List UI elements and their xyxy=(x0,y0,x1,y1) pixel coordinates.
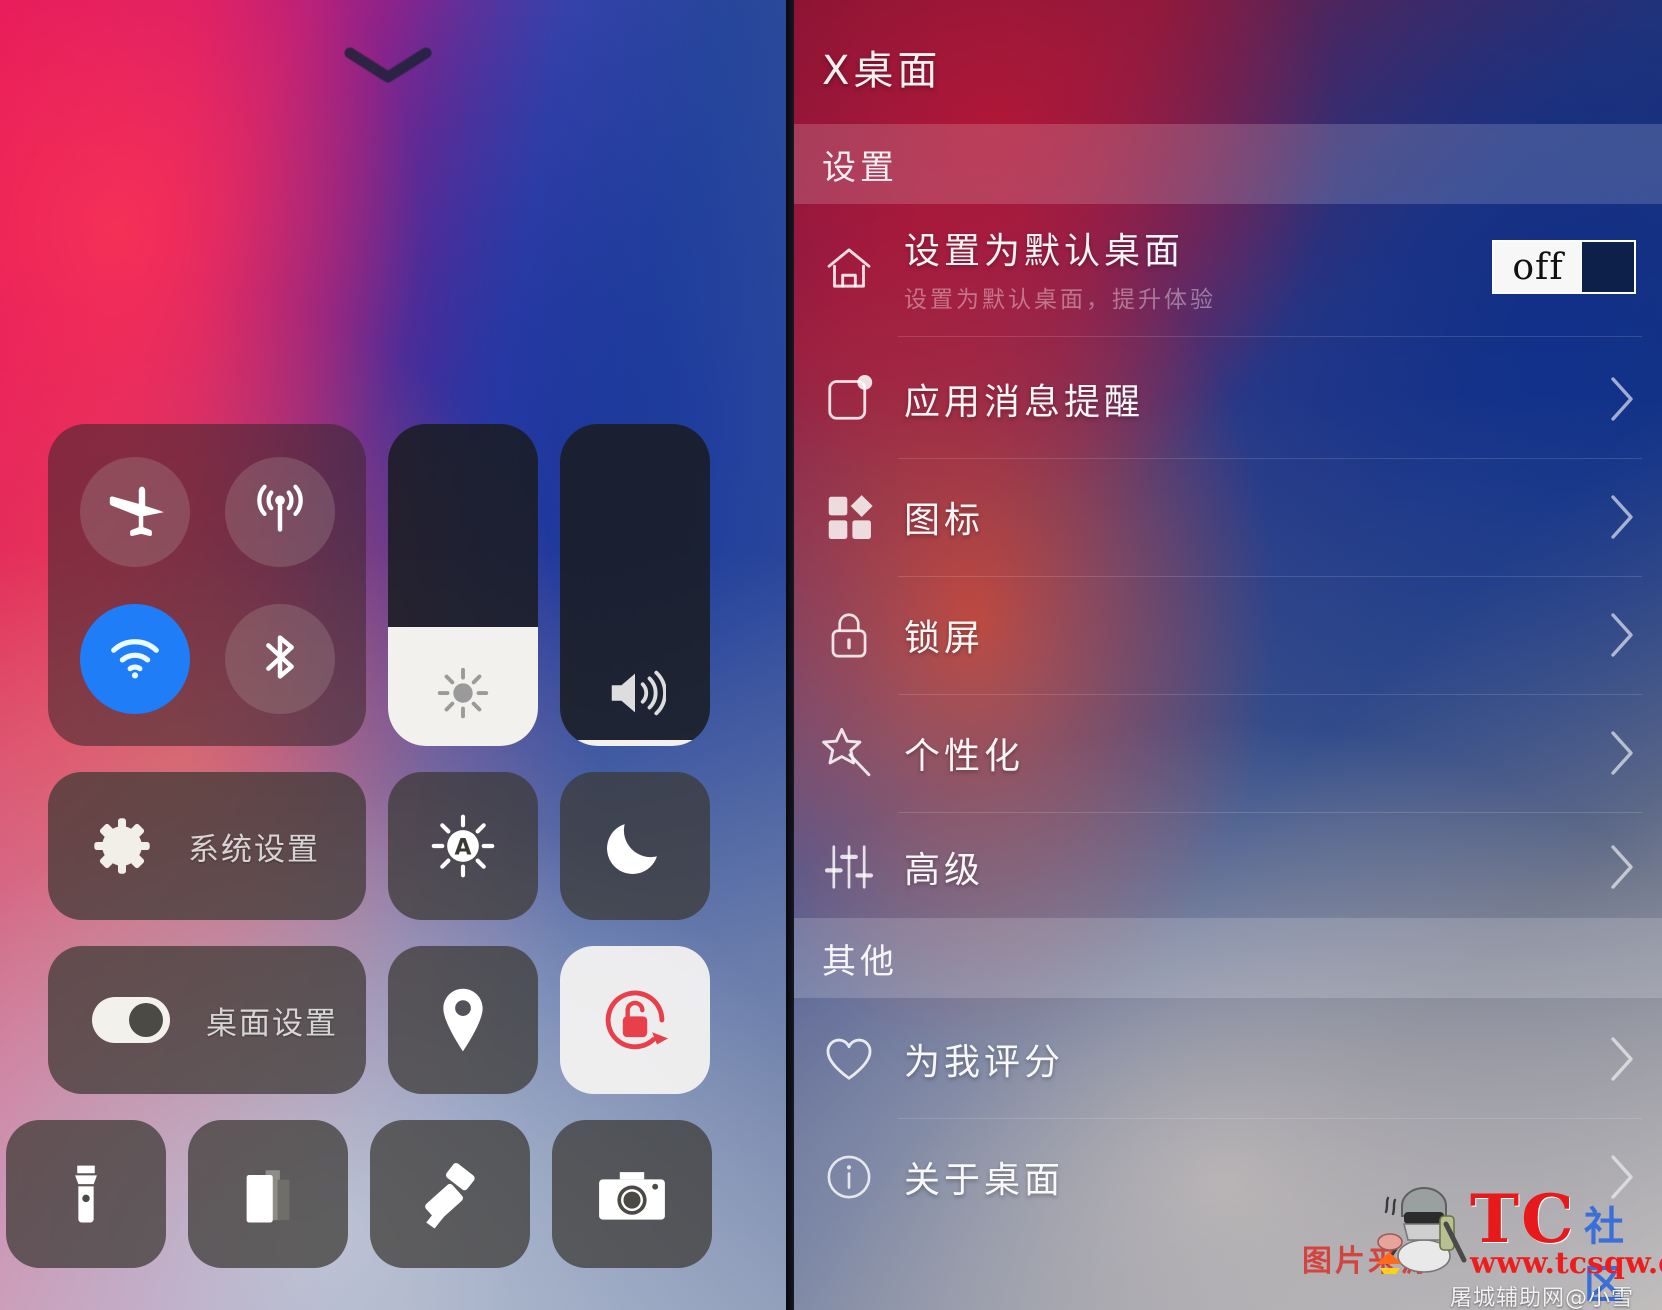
location-tile[interactable] xyxy=(388,946,538,1094)
auto-brightness-tile[interactable]: A xyxy=(388,772,538,920)
wifi-icon xyxy=(104,626,166,692)
chevron-right-icon xyxy=(1582,727,1662,779)
settings-row-advanced-text: 高级 xyxy=(904,841,1582,893)
control-center-grid: 系统设置 A 桌面设置 xyxy=(6,424,738,1268)
watermark-url: www.tcsqw.com xyxy=(1470,1246,1662,1281)
calculator-icon xyxy=(230,1156,306,1232)
notification-badge-icon xyxy=(794,371,904,427)
lock-icon xyxy=(794,608,904,662)
set-default-toggle-label: off xyxy=(1512,246,1564,288)
paint-roller-tile[interactable] xyxy=(370,1120,530,1268)
flashlight-tile[interactable] xyxy=(6,1120,166,1268)
section-header-settings: 设置 xyxy=(794,124,1662,204)
volume-slider-fill xyxy=(560,739,710,746)
heart-icon xyxy=(794,1031,904,1087)
paint-roller-icon xyxy=(412,1156,488,1232)
toggle-knob xyxy=(1582,242,1634,292)
settings-row-icons-text: 图标 xyxy=(904,491,1582,543)
auto-brightness-icon: A xyxy=(424,807,502,885)
settings-row-icons[interactable]: 图标 xyxy=(794,458,1662,576)
chevron-right-icon xyxy=(1582,841,1662,893)
camera-tile[interactable] xyxy=(552,1120,712,1268)
chevron-right-icon xyxy=(1582,373,1662,425)
panel-divider xyxy=(786,0,794,1310)
chevron-right-icon xyxy=(1582,609,1662,661)
settings-content: X桌面 设置 设置为默认桌面 设置为默认桌面，提升体验 off 应用消息提醒 图… xyxy=(794,0,1662,1310)
cc-row-two: 系统设置 A xyxy=(48,772,738,920)
grid-icon xyxy=(794,490,904,544)
cellular-antenna-icon xyxy=(249,479,311,545)
settings-row-personalize-title: 个性化 xyxy=(904,736,1025,777)
cellular-data-button[interactable] xyxy=(224,456,335,567)
camera-icon xyxy=(593,1155,671,1233)
brightness-slider[interactable] xyxy=(388,424,538,746)
page-title: X桌面 xyxy=(822,48,942,94)
set-default-toggle[interactable]: off xyxy=(1492,240,1636,294)
launcher-settings-panel: X桌面 设置 设置为默认桌面 设置为默认桌面，提升体验 off 应用消息提醒 图… xyxy=(794,0,1662,1310)
settings-row-app-notification-text: 应用消息提醒 xyxy=(904,373,1582,425)
chevron-right-icon xyxy=(1582,491,1662,543)
airplane-icon xyxy=(104,479,166,545)
settings-row-rate-me[interactable]: 为我评分 xyxy=(794,1000,1662,1118)
settings-row-advanced-title: 高级 xyxy=(904,850,985,891)
watermark-credit: 屠城辅助网@小雪曦曦 xyxy=(1450,1286,1635,1310)
control-center-drag-handle[interactable] xyxy=(342,46,434,90)
svg-text:A: A xyxy=(455,836,472,861)
cc-row-three: 桌面设置 xyxy=(48,946,738,1094)
section-header-settings-label: 设置 xyxy=(822,147,898,188)
row-separator xyxy=(898,336,1642,337)
cc-row-four xyxy=(0,1120,786,1268)
location-pin-icon xyxy=(426,983,500,1057)
bluetooth-icon xyxy=(249,626,311,692)
brightness-sun-icon xyxy=(432,662,494,724)
settings-row-lock-screen-text: 锁屏 xyxy=(904,609,1582,661)
desktop-settings-tile[interactable]: 桌面设置 xyxy=(48,946,366,1094)
control-center-panel: 系统设置 A 桌面设置 xyxy=(0,0,786,1310)
magic-wand-star-icon xyxy=(794,724,904,782)
settings-row-app-notification-title: 应用消息提醒 xyxy=(904,382,1145,423)
settings-row-rate-me-title: 为我评分 xyxy=(904,1042,1065,1083)
connectivity-module xyxy=(48,424,366,746)
settings-row-icons-title: 图标 xyxy=(904,500,985,541)
settings-row-lock-screen[interactable]: 锁屏 xyxy=(794,576,1662,694)
section-header-other-label: 其他 xyxy=(822,941,898,982)
system-settings-label: 系统设置 xyxy=(188,831,320,868)
settings-row-lock-screen-title: 锁屏 xyxy=(904,618,985,659)
flashlight-icon xyxy=(51,1159,121,1229)
rotation-lock-icon xyxy=(591,976,679,1064)
volume-slider[interactable] xyxy=(560,424,710,746)
calculator-tile[interactable] xyxy=(188,1120,348,1268)
speaker-volume-icon xyxy=(604,662,666,724)
moon-icon xyxy=(596,807,674,885)
settings-row-advanced[interactable]: 高级 xyxy=(794,812,1662,922)
chevron-down-icon xyxy=(344,47,432,89)
wifi-button[interactable] xyxy=(79,603,190,714)
chevron-right-icon xyxy=(1582,1033,1662,1085)
sliders-icon xyxy=(794,840,904,894)
settings-row-rate-me-text: 为我评分 xyxy=(904,1033,1582,1085)
settings-row-app-notification[interactable]: 应用消息提醒 xyxy=(794,340,1662,458)
section-header-other: 其他 xyxy=(794,918,1662,998)
pubg-helmet-character-icon xyxy=(1368,1172,1472,1280)
settings-row-personalize-text: 个性化 xyxy=(904,727,1582,779)
system-settings-tile[interactable]: 系统设置 xyxy=(48,772,366,920)
do-not-disturb-tile[interactable] xyxy=(560,772,710,920)
rotation-lock-tile[interactable] xyxy=(560,946,710,1094)
gear-icon xyxy=(90,814,154,878)
home-icon xyxy=(794,239,904,297)
info-icon xyxy=(794,1149,904,1205)
desktop-settings-label: 桌面设置 xyxy=(206,1005,338,1042)
bluetooth-button[interactable] xyxy=(224,603,335,714)
toggle-switch-icon xyxy=(90,993,172,1047)
watermark: 图片来源 TC 社区 www.tcsqw. 屠城辅助网@小雪 xyxy=(1302,1136,1662,1310)
settings-row-personalize[interactable]: 个性化 xyxy=(794,694,1662,812)
airplane-mode-button[interactable] xyxy=(79,456,190,567)
cc-row-top xyxy=(48,424,738,746)
screenshot-root: 系统设置 A 桌面设置 X桌面 设置 设置为默认桌面 设置为默认桌面，提升体验 … xyxy=(0,0,1662,1310)
